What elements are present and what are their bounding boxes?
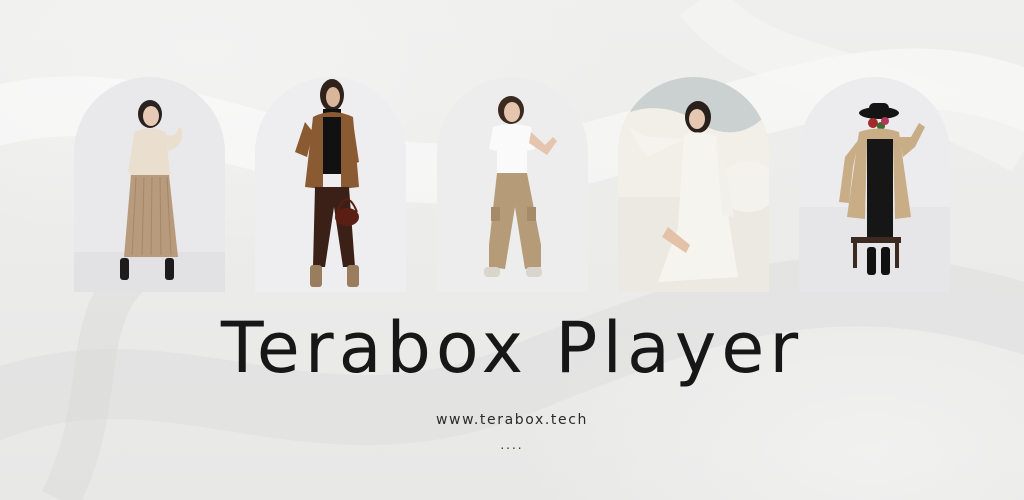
photo-model-brown-jacket: [255, 77, 406, 292]
banner-title: Terabox Player: [220, 307, 804, 389]
photo-model-cream-sweater: [74, 77, 225, 292]
photo-mannequin-camel-coat: [799, 77, 950, 292]
banner-url[interactable]: www.terabox.tech: [0, 412, 1024, 428]
photo-model-white-tee: [437, 77, 588, 292]
photo-model-white-dress: [618, 77, 769, 292]
banner-dots: ....: [500, 438, 524, 452]
photo-gallery: [74, 77, 950, 292]
